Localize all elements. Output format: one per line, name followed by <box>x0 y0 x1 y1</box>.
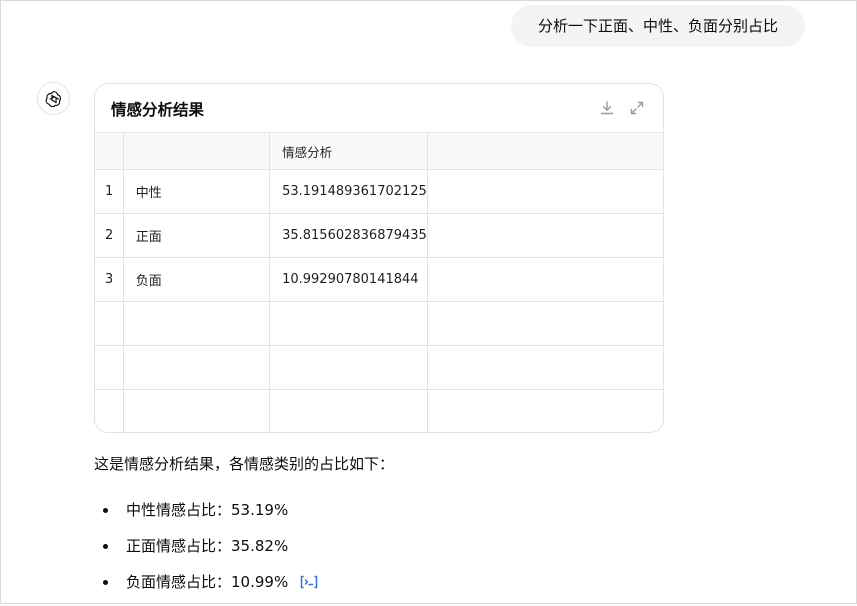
row-value[interactable]: 10.99290780141844 <box>269 257 428 302</box>
row-empty-cell[interactable] <box>269 301 428 346</box>
row-index <box>95 345 124 390</box>
row-value[interactable]: 35.815602836879435 <box>269 213 428 258</box>
header-cell-sentiment[interactable]: 情感分析 <box>269 133 428 170</box>
row-index: 1 <box>95 169 124 214</box>
assistant-summary-text: 这是情感分析结果，各情感类别的占比如下： <box>94 455 395 473</box>
row-empty-cell[interactable] <box>269 345 428 390</box>
table-row-empty <box>95 345 663 390</box>
list-item-text: 负面情感占比：10.99% <box>126 573 289 591</box>
row-empty-cell[interactable] <box>427 345 663 390</box>
row-index <box>95 389 124 432</box>
row-empty-cell[interactable] <box>427 257 663 302</box>
table-row: 2 正面 35.815602836879435 <box>95 213 663 258</box>
list-item-text: 中性情感占比：53.19% <box>126 501 289 519</box>
row-empty-cell[interactable] <box>123 389 271 432</box>
list-item: 中性情感占比：53.19% <box>94 498 319 534</box>
expand-icon <box>630 101 644 115</box>
row-index <box>95 301 124 346</box>
row-index: 3 <box>95 257 124 302</box>
percentage-list: 中性情感占比：53.19% 正面情感占比：35.82% 负面情感占比：10.99… <box>94 498 319 606</box>
card-title: 情感分析结果 <box>111 101 205 119</box>
bullet-dot <box>103 580 108 585</box>
table-row-empty <box>95 389 663 432</box>
list-item: 正面情感占比：35.82% <box>94 534 319 570</box>
row-empty-cell[interactable] <box>123 301 271 346</box>
result-table-card: 情感分析结果 情感分析 1 中性 53.191489361702125 2 正面… <box>94 83 664 433</box>
row-label[interactable]: 正面 <box>123 213 271 258</box>
row-empty-cell[interactable] <box>427 301 663 346</box>
header-cell-index <box>95 133 124 170</box>
row-empty-cell[interactable] <box>427 169 663 214</box>
list-item-text: 正面情感占比：35.82% <box>126 537 289 555</box>
table-row: 3 负面 10.99290780141844 <box>95 257 663 302</box>
data-table: 情感分析 1 中性 53.191489361702125 2 正面 35.815… <box>95 133 663 432</box>
row-label[interactable]: 负面 <box>123 257 271 302</box>
row-empty-cell[interactable] <box>427 213 663 258</box>
row-empty-cell[interactable] <box>123 345 271 390</box>
expand-button[interactable] <box>628 99 646 117</box>
table-row: 1 中性 53.191489361702125 <box>95 169 663 214</box>
row-label[interactable]: 中性 <box>123 169 271 214</box>
header-cell-label[interactable] <box>123 133 271 170</box>
table-header-row: 情感分析 <box>95 133 663 170</box>
row-empty-cell[interactable] <box>427 389 663 432</box>
table-row-empty <box>95 301 663 346</box>
list-item: 负面情感占比：10.99% <box>94 570 319 606</box>
header-cell-empty[interactable] <box>427 133 663 170</box>
openai-logo-icon <box>45 90 61 107</box>
code-citation-icon[interactable] <box>299 574 319 590</box>
assistant-avatar <box>37 82 70 115</box>
row-index: 2 <box>95 213 124 258</box>
user-message-bubble: 分析一下正面、中性、负面分别占比 <box>511 5 805 47</box>
download-button[interactable] <box>598 99 616 117</box>
card-header: 情感分析结果 <box>95 84 663 133</box>
bullet-dot <box>103 544 108 549</box>
bullet-dot <box>103 508 108 513</box>
row-empty-cell[interactable] <box>269 389 428 432</box>
download-icon <box>600 101 614 115</box>
row-value[interactable]: 53.191489361702125 <box>269 169 428 214</box>
